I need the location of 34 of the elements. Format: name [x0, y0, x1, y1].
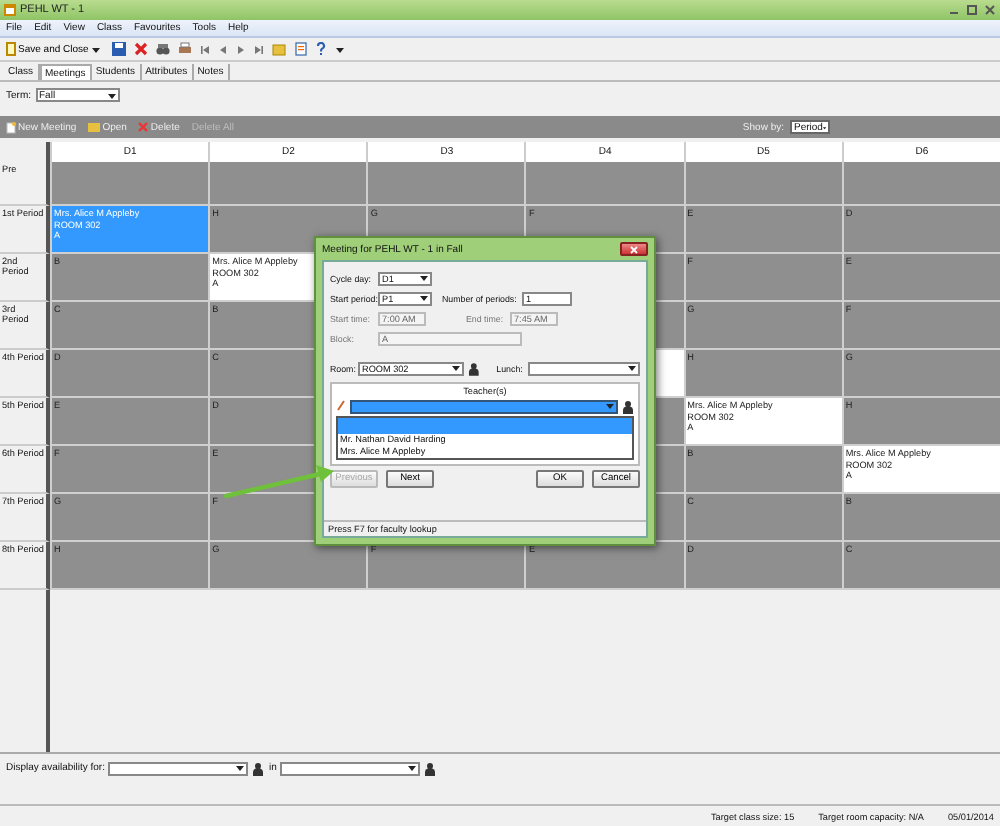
- document-icon: [6, 42, 16, 56]
- clipboard-icon[interactable]: [294, 42, 309, 56]
- pencil-icon: [336, 400, 346, 412]
- last-record-icon[interactable]: [254, 43, 265, 55]
- folder-icon: [88, 122, 101, 132]
- window-icon: [4, 4, 16, 16]
- teacher-dropdown[interactable]: [350, 399, 618, 413]
- arrow: [223, 465, 334, 499]
- maximize-icon[interactable]: [966, 4, 978, 16]
- x-icon: [138, 122, 149, 132]
- person-icon[interactable]: [252, 761, 265, 775]
- save-icon[interactable]: [112, 42, 127, 56]
- person-icon[interactable]: [424, 761, 437, 775]
- person-icon[interactable]: [622, 399, 634, 413]
- person-icon[interactable]: [468, 361, 481, 375]
- binoculars-icon[interactable]: [156, 42, 171, 56]
- caret-icon[interactable]: [105, 89, 117, 101]
- previous-icon[interactable]: [218, 43, 229, 55]
- delete-icon[interactable]: [134, 42, 149, 56]
- caret-icon[interactable]: [450, 362, 463, 374]
- close-icon: [630, 245, 638, 253]
- printer-icon[interactable]: [178, 42, 193, 56]
- first-record-icon[interactable]: [200, 43, 211, 55]
- close-icon[interactable]: [984, 4, 996, 16]
- document-icon: [6, 121, 16, 133]
- caret-icon[interactable]: [90, 43, 103, 55]
- caret-icon[interactable]: [334, 43, 347, 55]
- caret-icon[interactable]: [234, 762, 247, 774]
- close-button[interactable]: [620, 242, 648, 256]
- next-icon[interactable]: [236, 43, 247, 55]
- caret-icon[interactable]: [822, 121, 828, 133]
- help-icon[interactable]: [316, 42, 327, 56]
- caret-icon[interactable]: [626, 362, 638, 374]
- caret-icon[interactable]: [406, 762, 419, 774]
